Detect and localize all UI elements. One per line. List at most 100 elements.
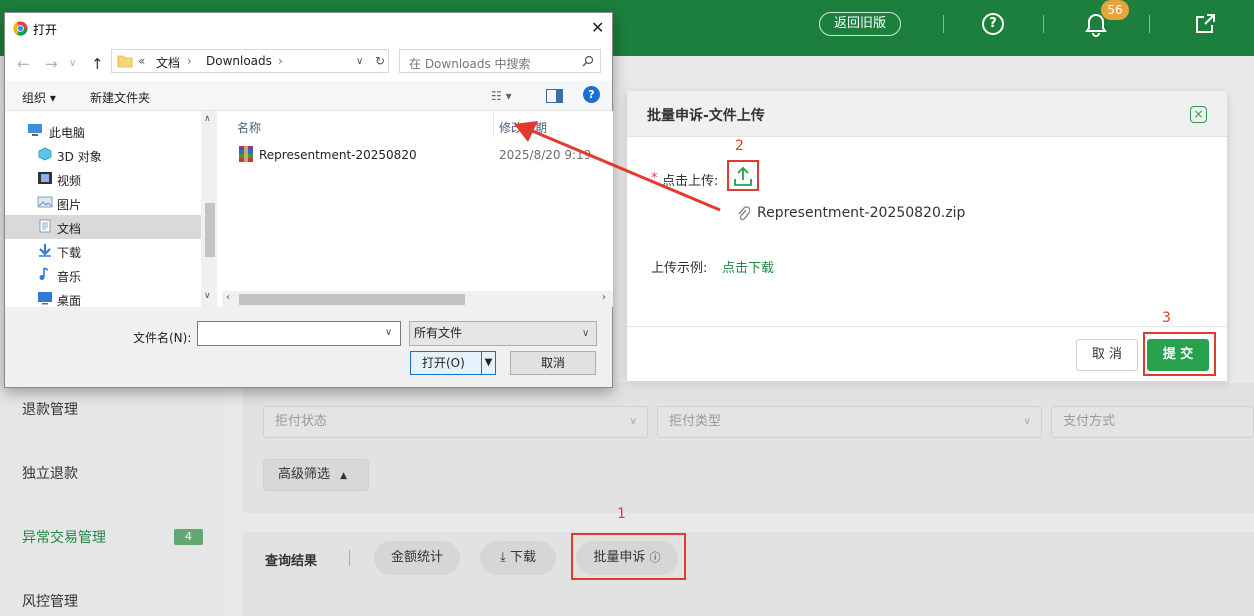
tree-item-label: 3D 对象 [57, 150, 102, 164]
help-icon[interactable]: ? [583, 86, 600, 103]
file-item-modified: 2025/8/20 9:19 [499, 148, 592, 162]
back-arrow-icon[interactable]: ← [17, 55, 30, 73]
breadcrumb-downloads[interactable]: Downloads [206, 54, 272, 68]
chevron-down-icon[interactable]: ∨ [385, 327, 392, 338]
filter-panel [243, 383, 1254, 513]
tree-item-label: 视频 [57, 174, 82, 188]
close-icon[interactable]: × [1190, 106, 1207, 123]
breadcrumb-separator: › [187, 54, 192, 68]
search-placeholder: 在 Downloads 中搜索 [409, 57, 531, 71]
help-icon[interactable]: ? [982, 13, 1004, 35]
chevron-down-icon: ∨ [582, 328, 590, 339]
tree-item-label: 音乐 [57, 270, 82, 284]
breadcrumb-documents[interactable]: 文档 [156, 54, 180, 71]
select-placeholder: 拒付状态 [275, 414, 328, 429]
filetype-select[interactable]: 所有文件 ∨ [409, 321, 597, 346]
path-overflow[interactable]: « [138, 54, 145, 68]
dialog-cancel-button[interactable]: 取消 [510, 351, 596, 375]
modal-header: 批量申诉-文件上传 × [627, 91, 1227, 137]
refresh-icon[interactable]: ↻ [375, 54, 385, 68]
filename-input[interactable]: ∨ [197, 321, 401, 346]
scroll-down-icon[interactable]: ∨ [204, 291, 211, 301]
tree-item-videos[interactable]: 视频 [5, 167, 201, 191]
dialog-title: 打开 [33, 23, 58, 37]
tree-item-desktop[interactable]: 桌面 [5, 287, 201, 308]
exit-icon[interactable] [1193, 12, 1217, 36]
example-download-link[interactable]: 点击下载 [722, 257, 774, 276]
notification-badge: 56 [1101, 0, 1129, 20]
scroll-left-icon[interactable]: ‹ [226, 292, 230, 303]
scroll-up-icon[interactable]: ∧ [204, 114, 211, 124]
upload-label: 点击上传: [662, 174, 719, 189]
scroll-right-icon[interactable]: › [602, 292, 606, 303]
refusal-status-select[interactable]: 拒付状态 ∨ [263, 406, 648, 438]
download-icon: ⤓ [500, 550, 506, 565]
desktop-icon [38, 292, 52, 305]
result-divider [349, 550, 350, 566]
chrome-icon [13, 21, 28, 36]
tree-item-pictures[interactable]: 图片 [5, 191, 201, 215]
tree-item-label: 此电脑 [49, 126, 86, 140]
tree-item-documents[interactable]: 文档 [5, 215, 201, 239]
chevron-down-icon[interactable]: ∨ [356, 56, 363, 67]
search-input[interactable]: 在 Downloads 中搜索 [399, 49, 601, 73]
file-list: 名称 修改日期 Representment-20250820 2025/8/20… [217, 111, 613, 307]
sidebar-item-refund[interactable]: 退款管理 [22, 399, 78, 419]
dialog-toolbar: 组织 ▾ 新建文件夹 ☷ ▾ ? [5, 81, 612, 111]
step-number-1: 1 [617, 506, 626, 522]
select-placeholder: 支付方式 [1063, 414, 1116, 429]
return-old-version-button[interactable]: 返回旧版 [819, 12, 901, 36]
sidebar-item-independent-refund[interactable]: 独立退款 [22, 463, 78, 483]
column-header-modified[interactable]: 修改日期 [499, 119, 547, 136]
uploaded-file-name[interactable]: Representment-20250820.zip [757, 205, 965, 221]
refusal-type-select[interactable]: 拒付类型 ∨ [657, 406, 1042, 438]
select-placeholder: 拒付类型 [669, 414, 722, 429]
view-options-icon[interactable]: ☷ ▾ [491, 89, 512, 103]
advanced-filter-button[interactable]: 高级筛选 ▲ [263, 459, 369, 491]
paperclip-icon [738, 206, 750, 221]
address-bar[interactable]: « 文档 › Downloads › ∨ ↻ [111, 49, 389, 73]
caret-up-icon: ▲ [340, 471, 348, 481]
file-item-name[interactable]: Representment-20250820 [259, 148, 417, 162]
column-header-name[interactable]: 名称 [237, 119, 261, 136]
tree-item-3d-objects[interactable]: 3D 对象 [5, 143, 201, 167]
step-number-2: 2 [735, 138, 744, 154]
breadcrumb-separator: › [278, 54, 283, 68]
filetype-value: 所有文件 [414, 326, 463, 340]
preview-pane-icon[interactable] [546, 89, 563, 103]
amount-stats-button[interactable]: 金额统计 [374, 541, 460, 575]
organize-menu[interactable]: 组织 ▾ [22, 89, 56, 106]
forward-arrow-icon[interactable]: → [45, 55, 58, 73]
required-marker: * [651, 171, 658, 186]
new-folder-button[interactable]: 新建文件夹 [90, 89, 150, 106]
result-title: 查询结果 [265, 554, 318, 569]
sidebar-item-risk-control[interactable]: 风控管理 [22, 591, 78, 611]
tree-item-label: 文档 [57, 222, 82, 236]
topbar-divider [1149, 15, 1150, 33]
up-arrow-icon[interactable]: ↑ [91, 55, 104, 73]
column-divider[interactable] [493, 111, 494, 137]
highlight-box-step3 [1143, 332, 1216, 376]
close-icon[interactable]: ✕ [591, 18, 604, 37]
cancel-button[interactable]: 取 消 [1076, 339, 1138, 371]
recent-locations-icon[interactable]: ∨ [69, 58, 76, 69]
sidebar-item-abnormal-transactions[interactable]: 异常交易管理 [22, 527, 106, 547]
tree-scrollbar-thumb[interactable] [205, 203, 215, 257]
download-label: 下载 [509, 550, 536, 565]
tree-item-downloads[interactable]: 下载 [5, 239, 201, 263]
navigation-tree: 此电脑 3D 对象 视频 图片 文档 下载 音乐 桌面 [5, 111, 201, 308]
sidebar-count-badge: 4 [174, 529, 203, 545]
tree-item-music[interactable]: 音乐 [5, 263, 201, 287]
chevron-down-icon: ∨ [1023, 416, 1031, 427]
list-scrollbar-thumb[interactable] [239, 294, 465, 305]
payment-method-select[interactable]: 支付方式 [1051, 406, 1254, 438]
tree-item-this-pc[interactable]: 此电脑 [5, 119, 201, 143]
chevron-down-icon: ∨ [629, 416, 637, 427]
highlight-box-step1 [571, 533, 686, 580]
modal-title: 批量申诉-文件上传 [647, 108, 765, 124]
tree-item-label: 下载 [57, 246, 82, 260]
picture-icon [37, 196, 53, 208]
open-options-arrow-icon[interactable]: ▼ [481, 352, 495, 374]
download-button[interactable]: ⤓ 下载 [480, 541, 556, 575]
video-icon [38, 172, 52, 184]
